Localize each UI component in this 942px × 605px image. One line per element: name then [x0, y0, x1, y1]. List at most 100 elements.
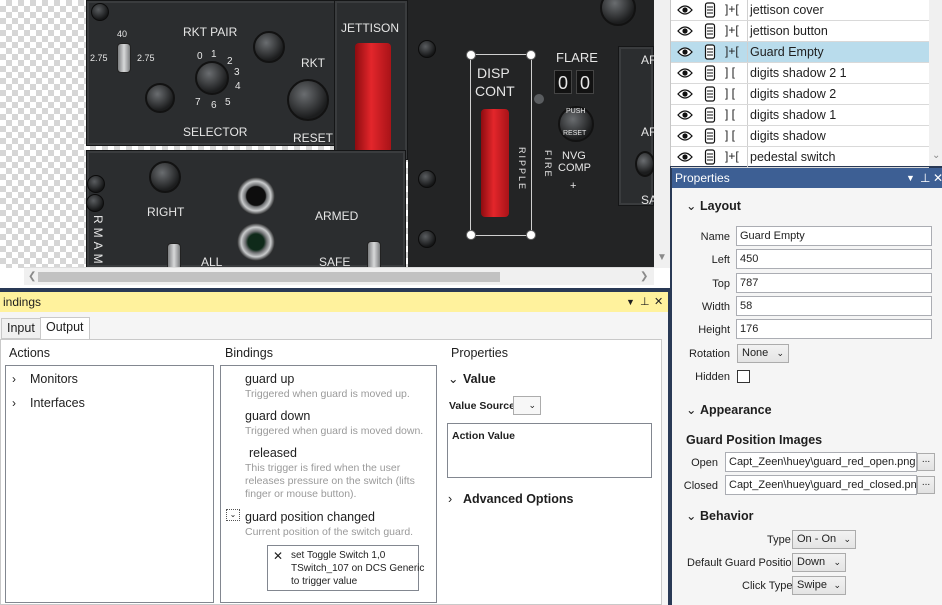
width-field[interactable]: 58: [736, 296, 932, 316]
rotation-select[interactable]: None ⌄: [737, 344, 789, 363]
lock-icon[interactable]: [704, 2, 716, 18]
left-field[interactable]: 450: [736, 249, 932, 269]
visibility-eye-icon[interactable]: [677, 150, 693, 164]
action-value-box[interactable]: Action Value: [447, 423, 652, 478]
open-image-field[interactable]: Capt_Zeen\huey\guard_red_open.png: [725, 452, 917, 472]
layer-row[interactable]: ] [digits shadow: [671, 126, 929, 147]
tree-node[interactable]: › Interfaces: [12, 396, 85, 410]
rocket-pair-panel[interactable]: 40 2.75 2.75 RKT PAIR 0 1 2 3 4 5 6 7 SE…: [86, 0, 350, 146]
selection-handle[interactable]: [526, 230, 536, 240]
layer-row[interactable]: ]+[jettison cover: [671, 0, 929, 21]
visibility-eye-icon[interactable]: [677, 108, 693, 122]
trigger-name[interactable]: guard position changed: [245, 510, 375, 524]
trigger-name[interactable]: released: [249, 446, 297, 460]
dropdown-icon[interactable]: ▼: [906, 168, 915, 188]
layer-row[interactable]: ] [digits shadow 2 1: [671, 63, 929, 84]
selection-handle[interactable]: [466, 50, 476, 60]
scroll-right-icon[interactable]: ❯: [640, 271, 648, 282]
disp-cont-guard[interactable]: DISP CONT RIPPLE: [466, 50, 536, 240]
click-type-select[interactable]: Swipe ⌄: [792, 576, 846, 595]
jettison-panel[interactable]: JETTISON: [334, 0, 408, 160]
visibility-eye-icon[interactable]: [677, 3, 693, 17]
visibility-eye-icon[interactable]: [677, 66, 693, 80]
link-toggle[interactable]: ] [: [725, 65, 735, 79]
trigger-name[interactable]: guard up: [245, 372, 294, 386]
remove-action-icon[interactable]: ✕: [273, 549, 283, 563]
close-icon[interactable]: ✕: [933, 168, 942, 188]
lock-icon[interactable]: [704, 86, 716, 102]
layers-list[interactable]: ]+[jettison cover]+[jettison button]+[Gu…: [670, 0, 942, 168]
closed-image-field[interactable]: Capt_Zeen\huey\guard_red_closed.png: [725, 475, 917, 495]
visibility-eye-icon[interactable]: [677, 87, 693, 101]
lock-icon[interactable]: [704, 65, 716, 81]
layout-section[interactable]: ⌄ Layout: [686, 198, 741, 213]
lock-icon[interactable]: [704, 149, 716, 165]
dispenser-switch[interactable]: [481, 109, 509, 217]
right-edge-panel[interactable]: AF AF SA: [618, 46, 657, 207]
layer-row[interactable]: ]+[Guard Empty: [671, 42, 929, 63]
pin-icon[interactable]: ⊥: [640, 292, 650, 312]
link-toggle[interactable]: ]+[: [725, 2, 739, 16]
selection-handle[interactable]: [466, 230, 476, 240]
jettison-switch[interactable]: [355, 43, 391, 153]
visibility-eye-icon[interactable]: [677, 45, 693, 59]
scroll-left-icon[interactable]: ❮: [28, 271, 36, 282]
visibility-eye-icon[interactable]: [677, 129, 693, 143]
bindings-list[interactable]: guard up Triggered when guard is moved up…: [220, 365, 437, 603]
armament-panel[interactable]: ARMAM RIGHT ARMED ALL SAFE: [86, 150, 406, 273]
collapse-icon[interactable]: ⌄: [226, 509, 240, 521]
dropdown-icon[interactable]: ▼: [626, 292, 635, 312]
link-toggle[interactable]: ]+[: [725, 149, 739, 163]
link-toggle[interactable]: ]+[: [725, 23, 739, 37]
layer-row[interactable]: ]+[jettison button: [671, 21, 929, 42]
open-browse-button[interactable]: ...: [917, 453, 935, 471]
lock-icon[interactable]: [704, 23, 716, 39]
chevron-right-icon[interactable]: ›: [12, 396, 30, 410]
layer-row[interactable]: ]+[pedestal switch: [671, 147, 929, 168]
height-field[interactable]: 176: [736, 319, 932, 339]
tab-input[interactable]: Input: [1, 318, 41, 339]
selection-handle[interactable]: [526, 50, 536, 60]
default-guard-select[interactable]: Down ⌄: [792, 553, 846, 572]
flare-panel[interactable]: FLARE 0 0 PUSH RESET NVG COMP +: [548, 46, 610, 206]
canvas-horizontal-scrollbar[interactable]: ❮ ❯: [24, 267, 654, 285]
tree-node[interactable]: › Monitors: [12, 372, 78, 386]
action-card[interactable]: ✕ set Toggle Switch 1,0 TSwitch_107 on D…: [267, 545, 424, 591]
rkt-reset-button[interactable]: [287, 79, 329, 121]
link-toggle[interactable]: ] [: [725, 128, 735, 142]
chevron-right-icon[interactable]: ›: [12, 372, 30, 386]
scroll-down-icon[interactable]: ▼: [657, 252, 667, 263]
layer-row[interactable]: ] [digits shadow 1: [671, 105, 929, 126]
type-select[interactable]: On - On ⌄: [792, 530, 856, 549]
hidden-checkbox[interactable]: [737, 370, 750, 383]
lock-icon[interactable]: [704, 44, 716, 60]
edge-knob[interactable]: [635, 151, 655, 177]
close-icon[interactable]: ✕: [654, 292, 663, 312]
tab-output[interactable]: Output: [40, 317, 90, 340]
link-toggle[interactable]: ]+[: [725, 44, 739, 58]
right-knob[interactable]: [149, 161, 181, 193]
name-field[interactable]: Guard Empty: [736, 226, 932, 246]
scrollbar-thumb[interactable]: [38, 272, 500, 282]
visibility-eye-icon[interactable]: [677, 24, 693, 38]
design-canvas[interactable]: 40 2.75 2.75 RKT PAIR 0 1 2 3 4 5 6 7 SE…: [0, 0, 670, 288]
actions-tree[interactable]: › Monitors › Interfaces: [5, 365, 214, 603]
lock-icon[interactable]: [704, 128, 716, 144]
scroll-down-icon[interactable]: ⌄: [932, 150, 940, 161]
rkt-pair-knob[interactable]: [253, 31, 285, 63]
trigger-name[interactable]: guard down: [245, 409, 310, 423]
link-toggle[interactable]: ] [: [725, 107, 735, 121]
link-toggle[interactable]: ] [: [725, 86, 735, 100]
value-section[interactable]: ⌄ Value: [448, 371, 496, 386]
layers-scrollbar[interactable]: ⌄: [929, 0, 942, 166]
advanced-options-section[interactable]: › Advanced Options: [448, 492, 573, 506]
top-field[interactable]: 787: [736, 273, 932, 293]
value-source-select[interactable]: ⌄: [513, 396, 541, 415]
appearance-section[interactable]: ⌄ Appearance: [686, 402, 772, 417]
canvas-vertical-scrollbar[interactable]: ▼: [654, 0, 670, 268]
rocket-size-toggle[interactable]: [117, 43, 131, 73]
layer-row[interactable]: ] [digits shadow 2: [671, 84, 929, 105]
lock-icon[interactable]: [704, 107, 716, 123]
closed-browse-button[interactable]: ...: [917, 476, 935, 494]
behavior-section[interactable]: ⌄ Behavior: [686, 508, 754, 523]
